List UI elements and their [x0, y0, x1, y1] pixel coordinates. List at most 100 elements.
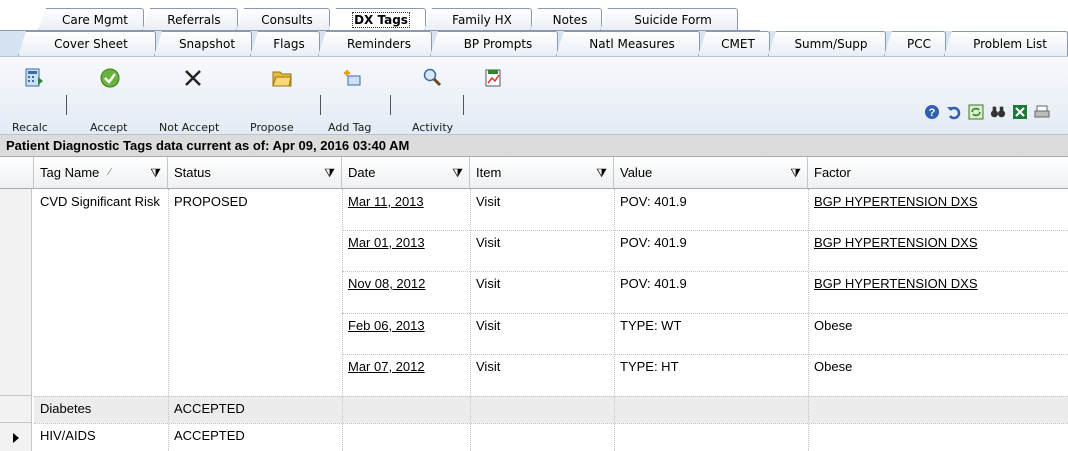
- activity-magnifier-icon: [421, 67, 443, 89]
- row-selector-current[interactable]: [0, 423, 32, 451]
- column-header-label: Status: [174, 165, 211, 180]
- value-cell: TYPE: HT: [620, 359, 679, 374]
- tag-name-cell[interactable]: CVD Significant Risk: [34, 189, 168, 209]
- propose-button[interactable]: Propose: [250, 63, 300, 134]
- row-selector-header: [0, 157, 34, 189]
- not-accept-x-icon: [182, 67, 204, 89]
- tab-reminders[interactable]: Reminders: [318, 31, 432, 56]
- excel-icon[interactable]: [1012, 104, 1028, 120]
- propose-folder-icon: [271, 67, 293, 89]
- column-header-item[interactable]: Item ⧩: [470, 157, 614, 189]
- column-header-status[interactable]: Status ⧩: [168, 157, 342, 189]
- tab-care-mgmt[interactable]: Care Mgmt: [38, 8, 144, 31]
- report-button[interactable]: [478, 63, 508, 131]
- tab-natl-measures[interactable]: Natl Measures: [556, 31, 700, 56]
- tab-notes[interactable]: Notes: [530, 8, 602, 31]
- accept-check-icon: [99, 67, 121, 89]
- value-cell: TYPE: WT: [620, 318, 682, 333]
- tab-row-bottom: Cover Sheet Snapshot Flags Reminders BP …: [0, 31, 1068, 56]
- filter-icon[interactable]: ⧩: [324, 157, 335, 189]
- activity-button[interactable]: Activity: [412, 63, 454, 134]
- date-link[interactable]: Nov 08, 2012: [342, 271, 470, 291]
- find-binoculars-icon[interactable]: [990, 104, 1006, 120]
- factor-link[interactable]: BGP HYPERTENSION DXS: [808, 271, 1068, 291]
- dx-tags-grid: Tag Name ⁄ ⧩ Status ⧩ Date ⧩ Item ⧩ Valu…: [0, 157, 1068, 451]
- value-cell: POV: 401.9: [620, 276, 687, 291]
- column-header-factor[interactable]: Factor: [808, 157, 1068, 189]
- column-header-label: Value: [620, 165, 653, 180]
- tab-snapshot[interactable]: Snapshot: [154, 31, 252, 56]
- item-cell: Visit: [476, 276, 501, 291]
- sort-indicator-icon: ⁄: [109, 167, 111, 178]
- column-header-value[interactable]: Value ⧩: [614, 157, 808, 189]
- tab-problem-list[interactable]: Problem List: [944, 31, 1068, 56]
- date-link[interactable]: Mar 01, 2013: [342, 230, 470, 250]
- status-cell[interactable]: PROPOSED: [168, 189, 342, 209]
- column-header-label: Date: [348, 165, 376, 180]
- accept-button[interactable]: Accept: [90, 63, 128, 134]
- filter-icon[interactable]: ⧩: [150, 157, 161, 189]
- recalc-icon: [23, 67, 45, 89]
- tab-flags[interactable]: Flags: [250, 31, 320, 56]
- not-accept-label: Not Accept: [159, 121, 220, 134]
- data-current-caption: Patient Diagnostic Tags data current as …: [0, 135, 1068, 157]
- item-cell: Visit: [476, 359, 501, 374]
- status-cell[interactable]: ACCEPTED: [168, 423, 342, 443]
- status-cell[interactable]: ACCEPTED: [168, 396, 342, 416]
- tag-name-cell[interactable]: HIV/AIDS: [34, 423, 168, 443]
- accept-label: Accept: [90, 121, 128, 134]
- value-cell: POV: 401.9: [620, 194, 687, 209]
- tab-referrals[interactable]: Referrals: [142, 8, 238, 31]
- factor-link[interactable]: BGP HYPERTENSION DXS: [808, 189, 1068, 209]
- tab-dx-tags[interactable]: DX Tags: [328, 8, 426, 31]
- column-header-label: Item: [476, 165, 502, 180]
- add-tag-label: Add Tag: [328, 121, 372, 134]
- add-tag-icon: [341, 67, 363, 89]
- toolbar-separator: [390, 95, 391, 115]
- column-header-date[interactable]: Date ⧩: [342, 157, 470, 189]
- column-header-label: Tag Name: [40, 165, 100, 180]
- activity-label: Activity: [412, 121, 454, 134]
- row-selector[interactable]: [0, 189, 32, 396]
- value-cell: POV: 401.9: [620, 235, 687, 250]
- add-tag-button[interactable]: Add Tag: [328, 63, 371, 134]
- toolbar-separator: [463, 95, 464, 115]
- undo-icon[interactable]: [946, 104, 962, 120]
- tab-summ-supp[interactable]: Summ/Supp: [768, 31, 886, 56]
- help-icon[interactable]: ?: [924, 104, 940, 120]
- filter-icon[interactable]: ⧩: [452, 157, 463, 189]
- filter-icon[interactable]: ⧩: [596, 157, 607, 189]
- column-header-label: Factor: [814, 165, 851, 180]
- report-icon: [482, 67, 504, 89]
- tab-bp-prompts[interactable]: BP Prompts: [430, 31, 558, 56]
- item-cell: Visit: [476, 235, 501, 250]
- tab-suicide-form[interactable]: Suicide Form: [600, 8, 738, 31]
- tag-name-cell[interactable]: Diabetes: [34, 396, 168, 416]
- item-cell: Visit: [476, 318, 501, 333]
- tab-cover-sheet[interactable]: Cover Sheet: [18, 31, 156, 56]
- date-link[interactable]: Mar 11, 2013: [342, 189, 470, 209]
- toolbar-separator: [66, 95, 67, 115]
- current-row-arrow-icon: [13, 433, 19, 443]
- date-link[interactable]: Feb 06, 2013: [342, 313, 470, 333]
- factor-cell: Obese: [814, 318, 853, 333]
- recalc-label: Recalc: [12, 121, 48, 134]
- not-accept-button[interactable]: Not Accept: [159, 63, 219, 134]
- toolbar: Recalc Accept Not Accept Propose Add Tag…: [0, 56, 1068, 135]
- tab-cmet[interactable]: CMET: [698, 31, 770, 56]
- factor-link[interactable]: BGP HYPERTENSION DXS: [808, 230, 1068, 250]
- tab-row-top: Care Mgmt Referrals Consults DX Tags Fam…: [0, 8, 1068, 31]
- date-link[interactable]: Mar 07, 2012: [342, 354, 470, 374]
- filter-icon[interactable]: ⧩: [790, 157, 801, 189]
- tab-family-hx[interactable]: Family HX: [424, 8, 532, 31]
- column-header-tag-name[interactable]: Tag Name ⁄ ⧩: [34, 157, 168, 189]
- tab-pcc[interactable]: PCC: [884, 31, 946, 56]
- recalc-button[interactable]: Recalc: [12, 63, 52, 134]
- svg-text:?: ?: [929, 107, 936, 119]
- print-icon[interactable]: [1034, 104, 1050, 120]
- refresh-icon[interactable]: [968, 104, 984, 120]
- tab-consults[interactable]: Consults: [236, 8, 330, 31]
- toolbar-separator: [320, 95, 321, 115]
- row-selector[interactable]: [0, 396, 32, 423]
- propose-label: Propose: [250, 121, 294, 134]
